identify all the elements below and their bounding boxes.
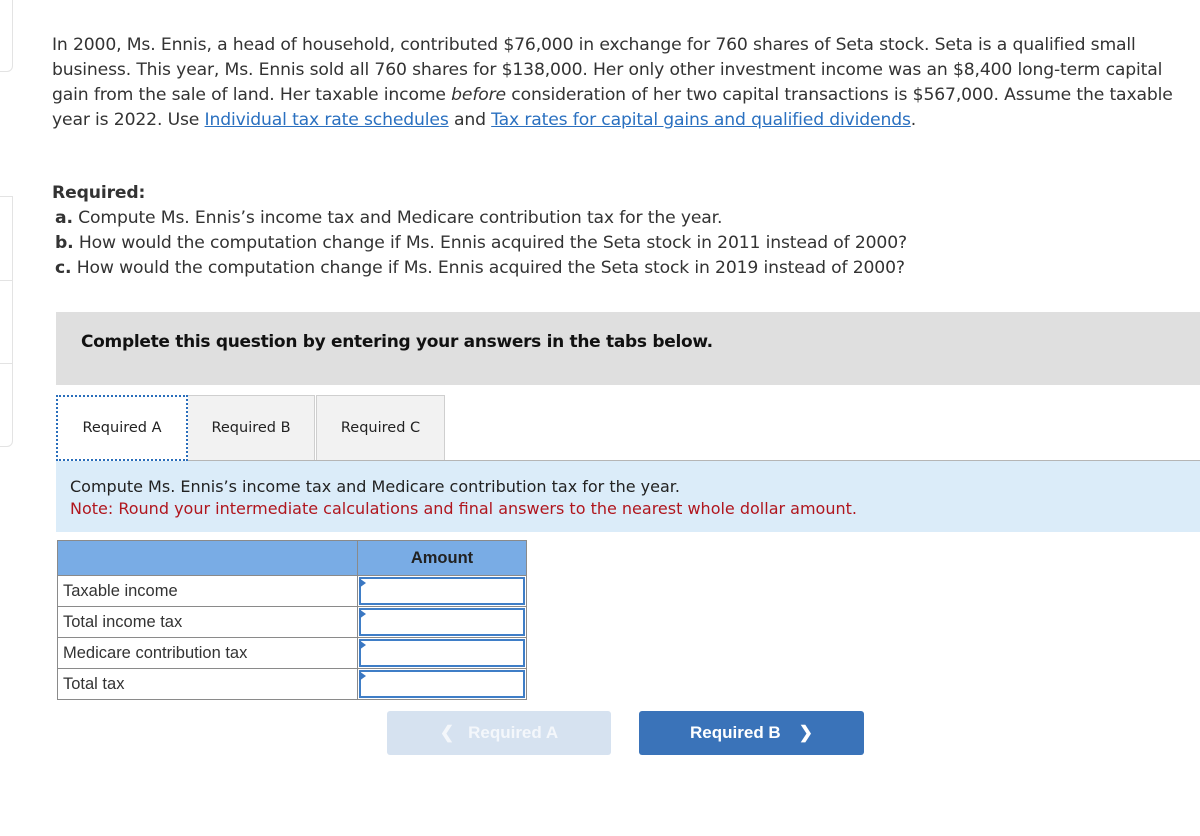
question-connector: and: [448, 110, 492, 130]
table-row: Total income tax: [57, 606, 527, 638]
medicare-contribution-tax-input[interactable]: [359, 639, 525, 667]
table-row: Total tax: [57, 668, 527, 700]
row-label-taxable-income: Taxable income: [57, 575, 358, 607]
tab-required-c[interactable]: Required C: [316, 395, 445, 460]
sidebar-stub: [0, 0, 13, 72]
input-flag-icon: [359, 578, 366, 588]
required-section: Required: a. Compute Ms. Ennis’s income …: [52, 181, 1152, 281]
next-required-b-button[interactable]: Required B ❯: [639, 711, 864, 755]
required-title: Required:: [52, 183, 146, 203]
header-amount: Amount: [357, 540, 527, 576]
input-flag-icon: [359, 671, 366, 681]
required-text: How would the computation change if Ms. …: [71, 258, 905, 278]
total-income-tax-input[interactable]: [359, 608, 525, 636]
sidebar-stub: [0, 280, 13, 365]
amount-cell: [357, 606, 527, 638]
required-text: How would the computation change if Ms. …: [73, 233, 907, 253]
required-letter: a.: [55, 208, 73, 228]
table-row: Medicare contribution tax: [57, 637, 527, 669]
required-letter: c.: [55, 258, 72, 278]
required-item-b: b. How would the computation change if M…: [52, 231, 1152, 256]
table-row: Taxable income: [57, 575, 527, 607]
panel-note: Note: Round your intermediate calculatio…: [70, 499, 857, 518]
panel-prompt: Compute Ms. Ennis’s income tax and Medic…: [70, 477, 680, 496]
row-label-medicare-contribution-tax: Medicare contribution tax: [57, 637, 358, 669]
required-item-a: a. Compute Ms. Ennis’s income tax and Me…: [52, 206, 1152, 231]
prev-required-a-button[interactable]: ❮ Required A: [387, 711, 611, 755]
instruction-text: Complete this question by entering your …: [81, 332, 713, 352]
question-italic: before: [451, 85, 506, 105]
question-end: .: [910, 110, 917, 130]
tab-panel-header: Compute Ms. Ennis’s income tax and Medic…: [56, 460, 1200, 532]
question-text: In 2000, Ms. Ennis, a head of household,…: [52, 33, 1187, 133]
total-tax-input[interactable]: [359, 670, 525, 698]
tab-required-a[interactable]: Required A: [56, 395, 188, 461]
sidebar-stub: [0, 196, 13, 282]
input-flag-icon: [359, 640, 366, 650]
answer-table: Amount Taxable income Total income tax M…: [57, 540, 527, 700]
amount-cell: [357, 575, 527, 607]
instruction-bar: Complete this question by entering your …: [56, 312, 1200, 385]
tax-rate-schedules-link[interactable]: Individual tax rate schedules: [205, 110, 449, 130]
taxable-income-input[interactable]: [359, 577, 525, 605]
next-button-label: Required B: [690, 723, 781, 742]
amount-cell: [357, 637, 527, 669]
tab-required-b[interactable]: Required B: [187, 395, 315, 460]
required-letter: b.: [55, 233, 74, 253]
capital-gains-rates-link[interactable]: Tax rates for capital gains and qualifie…: [491, 110, 911, 130]
header-label: [57, 540, 358, 576]
amount-cell: [357, 668, 527, 700]
row-label-total-tax: Total tax: [57, 668, 358, 700]
chevron-left-icon: ❮: [439, 723, 455, 742]
required-item-c: c. How would the computation change if M…: [52, 256, 1152, 281]
table-header-row: Amount: [57, 540, 527, 576]
chevron-right-icon: ❯: [798, 723, 813, 742]
sidebar-stub: [0, 363, 13, 447]
prev-button-label: Required A: [468, 723, 559, 742]
input-flag-icon: [359, 609, 366, 619]
required-text: Compute Ms. Ennis’s income tax and Medic…: [72, 208, 723, 228]
row-label-total-income-tax: Total income tax: [57, 606, 358, 638]
